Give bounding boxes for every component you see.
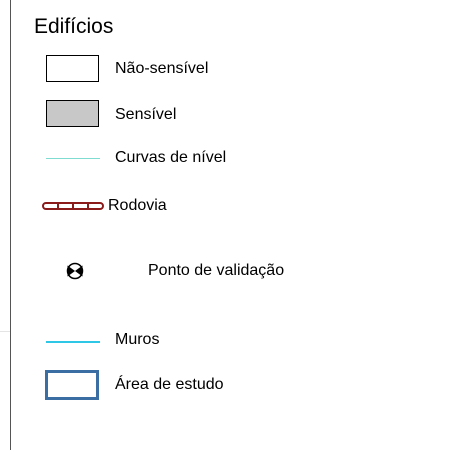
legend-item-label: Rodovia	[108, 197, 167, 214]
non-sensitive-building-swatch	[46, 55, 99, 82]
legend-item-label: Curvas de nível	[115, 149, 227, 166]
legend-frame-line	[10, 0, 11, 450]
road-line-swatch	[42, 202, 104, 210]
legend-item-label: Muros	[115, 331, 160, 348]
legend-item-label: Ponto de validação	[148, 262, 285, 279]
legend-item-label: Área de estudo	[115, 376, 224, 393]
wall-line-swatch	[46, 341, 100, 343]
map-edge-tick	[0, 331, 10, 332]
legend-item-label: Sensível	[115, 106, 177, 123]
study-area-swatch	[45, 370, 99, 400]
sensitive-building-swatch	[46, 100, 99, 127]
validation-point-icon	[66, 262, 84, 280]
legend-item-label: Não-sensível	[115, 60, 209, 77]
legend-title: Edifícios	[34, 15, 114, 38]
map-legend: Edifícios Não-sensível Sensível Curvas d…	[0, 0, 461, 450]
contour-line-swatch	[46, 158, 100, 159]
